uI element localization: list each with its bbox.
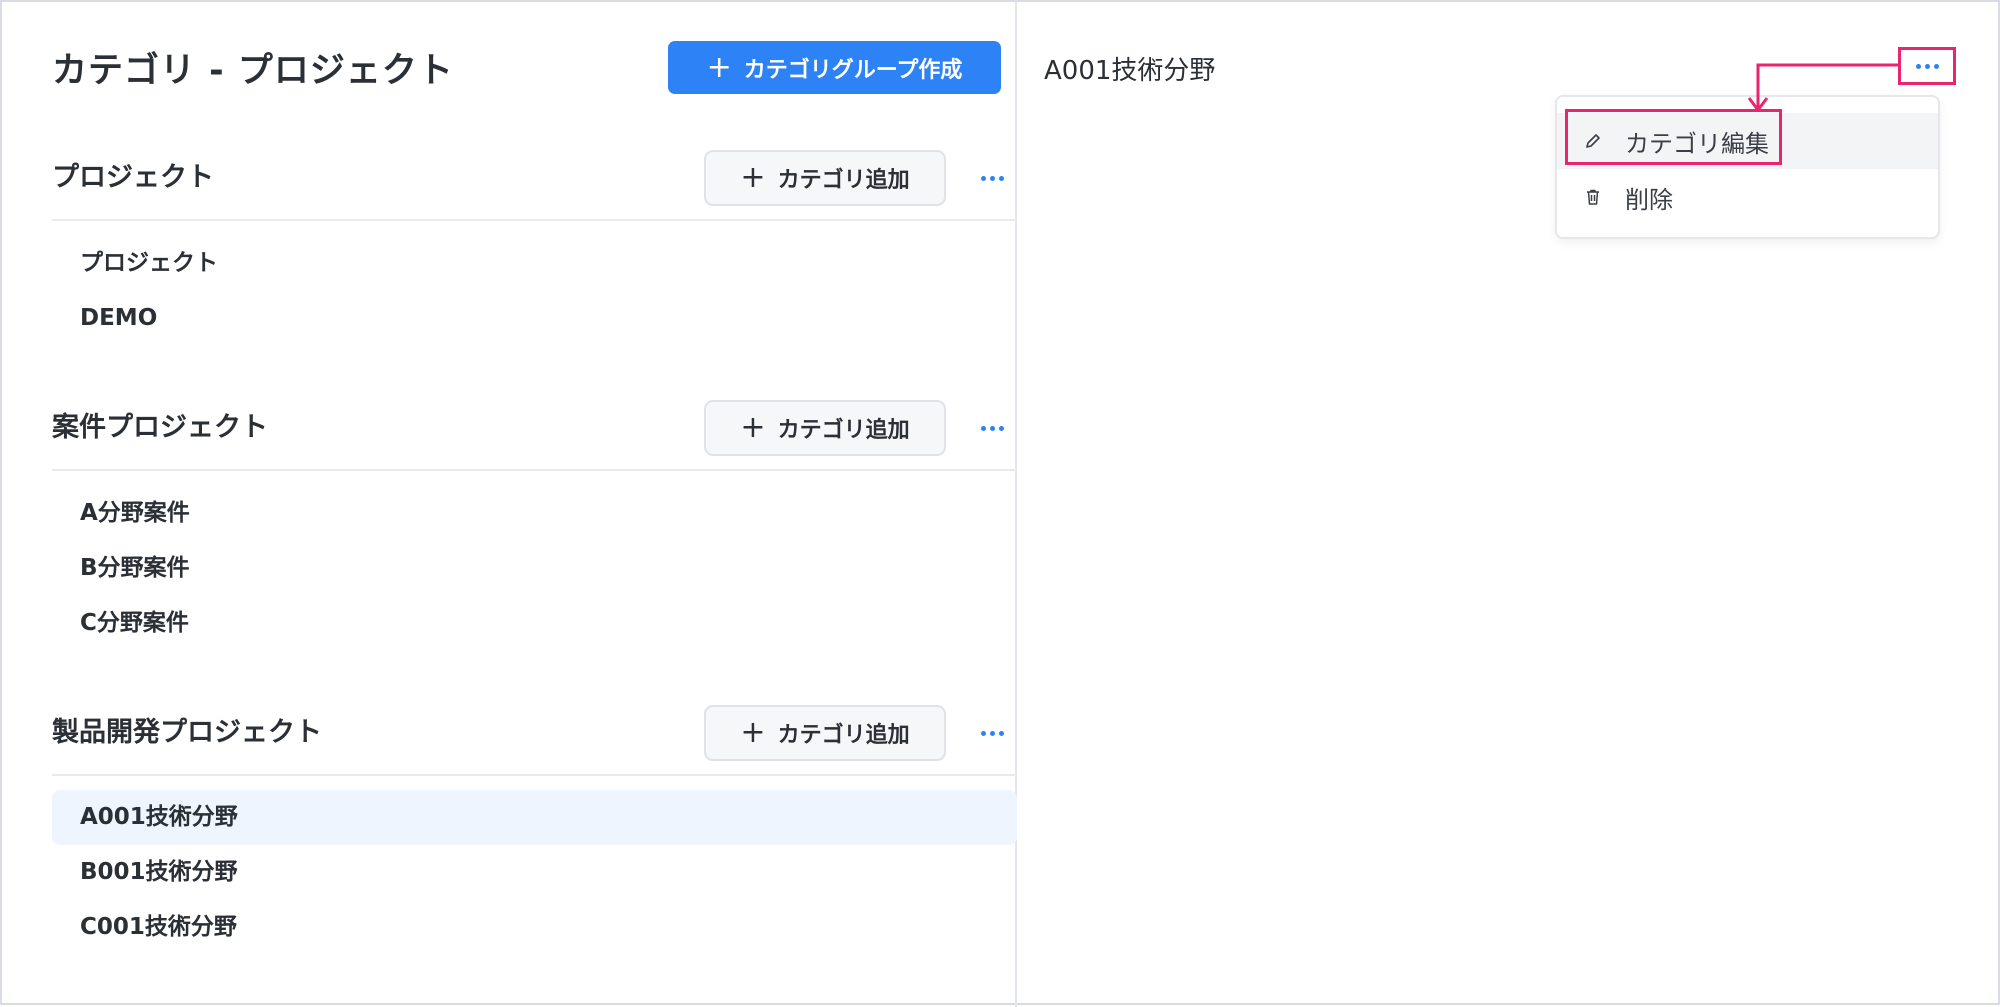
divider <box>52 774 1017 776</box>
category-item-selected[interactable]: A001技術分野 <box>52 790 1017 845</box>
menu-item-label: 削除 <box>1625 185 1673 214</box>
app-window: カテゴリ - プロジェクト + カテゴリグループ作成 プロジェクト + カテゴリ… <box>0 0 2000 1007</box>
category-detail-title: A001技術分野 <box>1044 56 1216 86</box>
create-category-group-label: カテゴリグループ作成 <box>743 57 963 83</box>
more-options-icon[interactable] <box>972 705 1012 761</box>
category-item[interactable]: C001技術分野 <box>52 900 1017 955</box>
page-title: カテゴリ - プロジェクト <box>52 51 454 91</box>
divider <box>52 469 1017 471</box>
category-list: A分野案件 B分野案件 C分野案件 <box>52 486 1017 651</box>
category-item[interactable]: B分野案件 <box>52 541 1017 596</box>
trash-icon <box>1583 187 1603 207</box>
category-item[interactable]: B001技術分野 <box>52 845 1017 900</box>
plus-icon: + <box>740 410 766 445</box>
annotation-highlight-box <box>1565 109 1782 165</box>
category-group-panel: カテゴリ - プロジェクト + カテゴリグループ作成 プロジェクト + カテゴリ… <box>2 2 1017 1007</box>
menu-item-delete[interactable]: 削除 <box>1557 169 1938 225</box>
plus-icon: + <box>706 49 732 85</box>
category-item[interactable]: DEMO <box>52 291 1017 346</box>
category-list: プロジェクト DEMO <box>52 236 1017 346</box>
add-category-label: カテゴリ追加 <box>777 168 910 193</box>
category-list: A001技術分野 B001技術分野 C001技術分野 <box>52 790 1017 955</box>
add-category-button[interactable]: + カテゴリ追加 <box>704 400 946 456</box>
plus-icon: + <box>740 715 766 750</box>
more-options-icon[interactable] <box>972 150 1012 206</box>
add-category-label: カテゴリ追加 <box>777 723 910 748</box>
group-title: プロジェクト <box>52 162 214 193</box>
add-category-label: カテゴリ追加 <box>777 418 910 443</box>
add-category-button[interactable]: + カテゴリ追加 <box>704 705 946 761</box>
group-title: 案件プロジェクト <box>52 412 268 443</box>
category-item[interactable]: C分野案件 <box>52 596 1017 651</box>
category-item[interactable]: A分野案件 <box>52 486 1017 541</box>
create-category-group-button[interactable]: + カテゴリグループ作成 <box>668 41 1001 94</box>
group-title: 製品開発プロジェクト <box>52 717 322 748</box>
add-category-button[interactable]: + カテゴリ追加 <box>704 150 946 206</box>
divider <box>52 219 1017 221</box>
category-item[interactable]: プロジェクト <box>52 236 1017 291</box>
more-options-icon[interactable] <box>972 400 1012 456</box>
more-options-icon[interactable] <box>1898 47 1956 85</box>
plus-icon: + <box>740 160 766 195</box>
